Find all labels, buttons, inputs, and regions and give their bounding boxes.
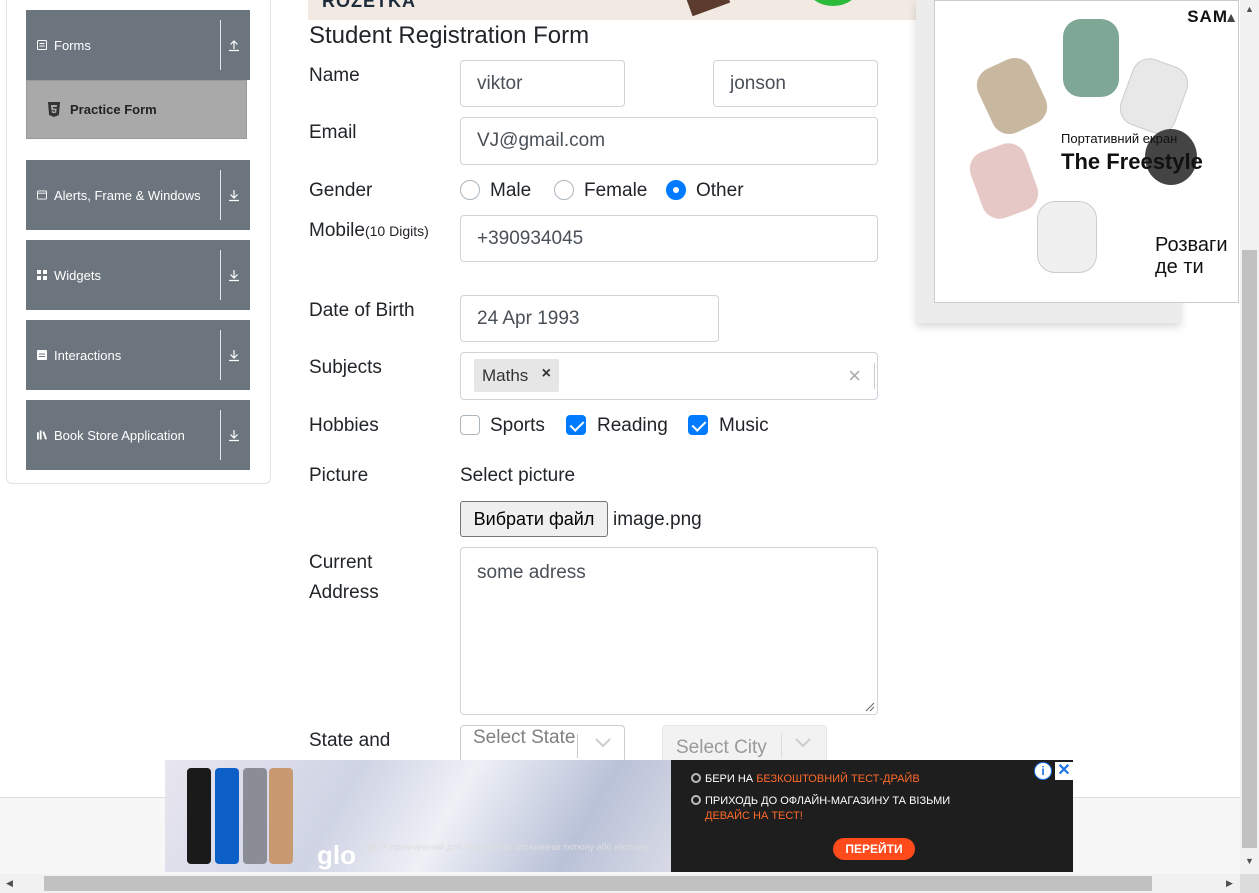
ad-close-icon[interactable]: ✕ — [1055, 762, 1073, 780]
sidebar-item-practice-form[interactable]: Practice Form — [26, 80, 247, 139]
remove-subject-icon[interactable]: × — [542, 365, 551, 383]
gender-male-radio[interactable] — [460, 180, 480, 200]
scroll-down-icon[interactable]: ▼ — [1245, 856, 1254, 866]
first-name-input[interactable]: viktor — [460, 60, 625, 107]
current-address-textarea[interactable]: some adress — [460, 547, 878, 715]
gender-label: Gender — [309, 180, 373, 201]
interactions-icon — [37, 350, 47, 360]
mobile-input[interactable]: +390934045 — [460, 215, 878, 262]
projector-image — [1063, 19, 1119, 97]
sidebar-group-widgets[interactable]: Widgets — [26, 240, 250, 310]
form-icon — [37, 40, 47, 50]
sidebar-group-interactions[interactable]: Interactions — [26, 320, 250, 390]
hobby-reading-checkbox[interactable] — [566, 415, 586, 435]
address-text: some adress — [477, 562, 586, 583]
gender-option-label[interactable]: Male — [490, 180, 531, 202]
subject-chip-label: Maths — [482, 365, 529, 385]
resize-handle-icon[interactable] — [865, 702, 875, 712]
ad-brand-logo: SAM — [1187, 7, 1228, 26]
ad-title: The Freestyle — [1061, 149, 1203, 174]
city-select[interactable]: Select City — [662, 725, 827, 763]
window-icon — [37, 190, 47, 200]
ad-subtitle: Портативний екран — [1061, 131, 1178, 146]
choose-file-button[interactable]: Вибрати файл — [460, 501, 608, 537]
gender-option-label[interactable]: Other — [696, 180, 744, 202]
email-input[interactable]: VJ@gmail.com — [460, 117, 878, 165]
expand-icon[interactable] — [228, 188, 240, 202]
picture-prompt: Select picture — [460, 465, 576, 486]
banner-logo-text: ROZETKA — [322, 0, 416, 11]
state-city-label: State and — [309, 730, 391, 751]
mobile-hint: (10 Digits) — [364, 223, 429, 239]
ad-photo — [165, 760, 671, 872]
gender-other-radio[interactable] — [666, 180, 686, 200]
address-label-line1: Current — [309, 552, 373, 573]
hobby-option-label[interactable]: Sports — [490, 415, 545, 437]
file-name: image.png — [613, 509, 702, 530]
ad-line-1: БЕРИ НА БЕЗКОШТОВНИЙ ТЕСТ-ДРАЙВ — [691, 773, 920, 785]
address-label-line2: Address — [309, 582, 379, 603]
glo-logo: glo — [317, 840, 356, 870]
chevron-down-icon — [795, 738, 811, 748]
page-title: Student Registration Form — [309, 22, 590, 49]
mobile-label: Mobile(10 Digits) — [309, 220, 429, 241]
book-icon — [37, 430, 47, 440]
hobby-option-label[interactable]: Reading — [597, 415, 668, 437]
sidebar-group-alerts[interactable]: Alerts, Frame & Windows — [26, 160, 250, 230]
state-select[interactable]: Select State — [460, 725, 625, 763]
vertical-scroll-thumb[interactable] — [1242, 250, 1257, 848]
widgets-icon — [37, 270, 47, 280]
vertical-scrollbar[interactable]: ▲ ▼ — [1240, 0, 1259, 874]
last-name-input[interactable]: jonson — [713, 60, 878, 107]
ad-line-2: ПРИХОДЬ ДО ОФЛАЙН-МАГАЗИНУ ТА ВІЗЬМИ — [691, 795, 950, 807]
expand-icon[interactable] — [228, 268, 240, 282]
ad-cta: Розваги де ти — [1155, 234, 1228, 278]
right-ad-banner[interactable]: SAM ▲ Портативний екран The Freestyle Ро… — [934, 0, 1239, 303]
subjects-label: Subjects — [309, 357, 382, 378]
scroll-up-icon[interactable]: ▲ — [1245, 4, 1254, 14]
html5-icon — [47, 101, 61, 118]
ad-disclaimer: glo™ призначений для повнолітніх спожива… — [367, 842, 651, 852]
sidebar-item-label: Practice Form — [70, 102, 157, 117]
gender-option-label[interactable]: Female — [584, 180, 647, 202]
scroll-left-icon[interactable]: ◀ — [6, 878, 13, 889]
ad-info-icon[interactable]: i — [1034, 762, 1052, 780]
city-placeholder: Select City — [676, 737, 767, 758]
collapse-icon[interactable] — [228, 38, 240, 52]
bottom-ad-banner[interactable]: БЕРИ НА БЕЗКОШТОВНИЙ ТЕСТ-ДРАЙВ ПРИХОДЬ … — [165, 760, 1073, 872]
ad-line-3: ДЕВАЙС НА ТЕСТ! — [705, 810, 803, 822]
clear-subjects-icon[interactable]: × — [848, 363, 861, 389]
horizontal-scroll-thumb[interactable] — [44, 876, 1152, 891]
ad-close-icon[interactable]: ▲ — [1224, 9, 1238, 25]
dob-label: Date of Birth — [309, 300, 415, 321]
hobby-sports-checkbox[interactable] — [460, 415, 480, 435]
top-ad-banner[interactable]: ROZETKA — [308, 0, 918, 20]
date-of-birth-input[interactable]: 24 Apr 1993 — [460, 295, 719, 342]
picture-label: Picture — [309, 465, 369, 486]
ad-go-button[interactable]: ПЕРЕЙТИ — [833, 838, 915, 860]
expand-icon[interactable] — [228, 348, 240, 362]
sidebar-group-book-store[interactable]: Book Store Application — [26, 400, 250, 470]
hobbies-label: Hobbies — [309, 415, 379, 436]
hobby-option-label[interactable]: Music — [719, 415, 769, 437]
scroll-right-icon[interactable]: ▶ — [1226, 878, 1233, 889]
chevron-down-icon — [595, 738, 611, 748]
hobby-music-checkbox[interactable] — [688, 415, 708, 435]
email-label: Email — [309, 122, 357, 143]
expand-icon[interactable] — [228, 428, 240, 442]
sidebar-group-forms[interactable]: Forms — [26, 10, 250, 80]
state-placeholder: Select State — [473, 727, 576, 748]
gender-female-radio[interactable] — [554, 180, 574, 200]
subject-chip: Maths × — [474, 359, 559, 392]
name-label: Name — [309, 65, 360, 86]
horizontal-scrollbar[interactable]: ◀ ▶ — [0, 874, 1240, 893]
